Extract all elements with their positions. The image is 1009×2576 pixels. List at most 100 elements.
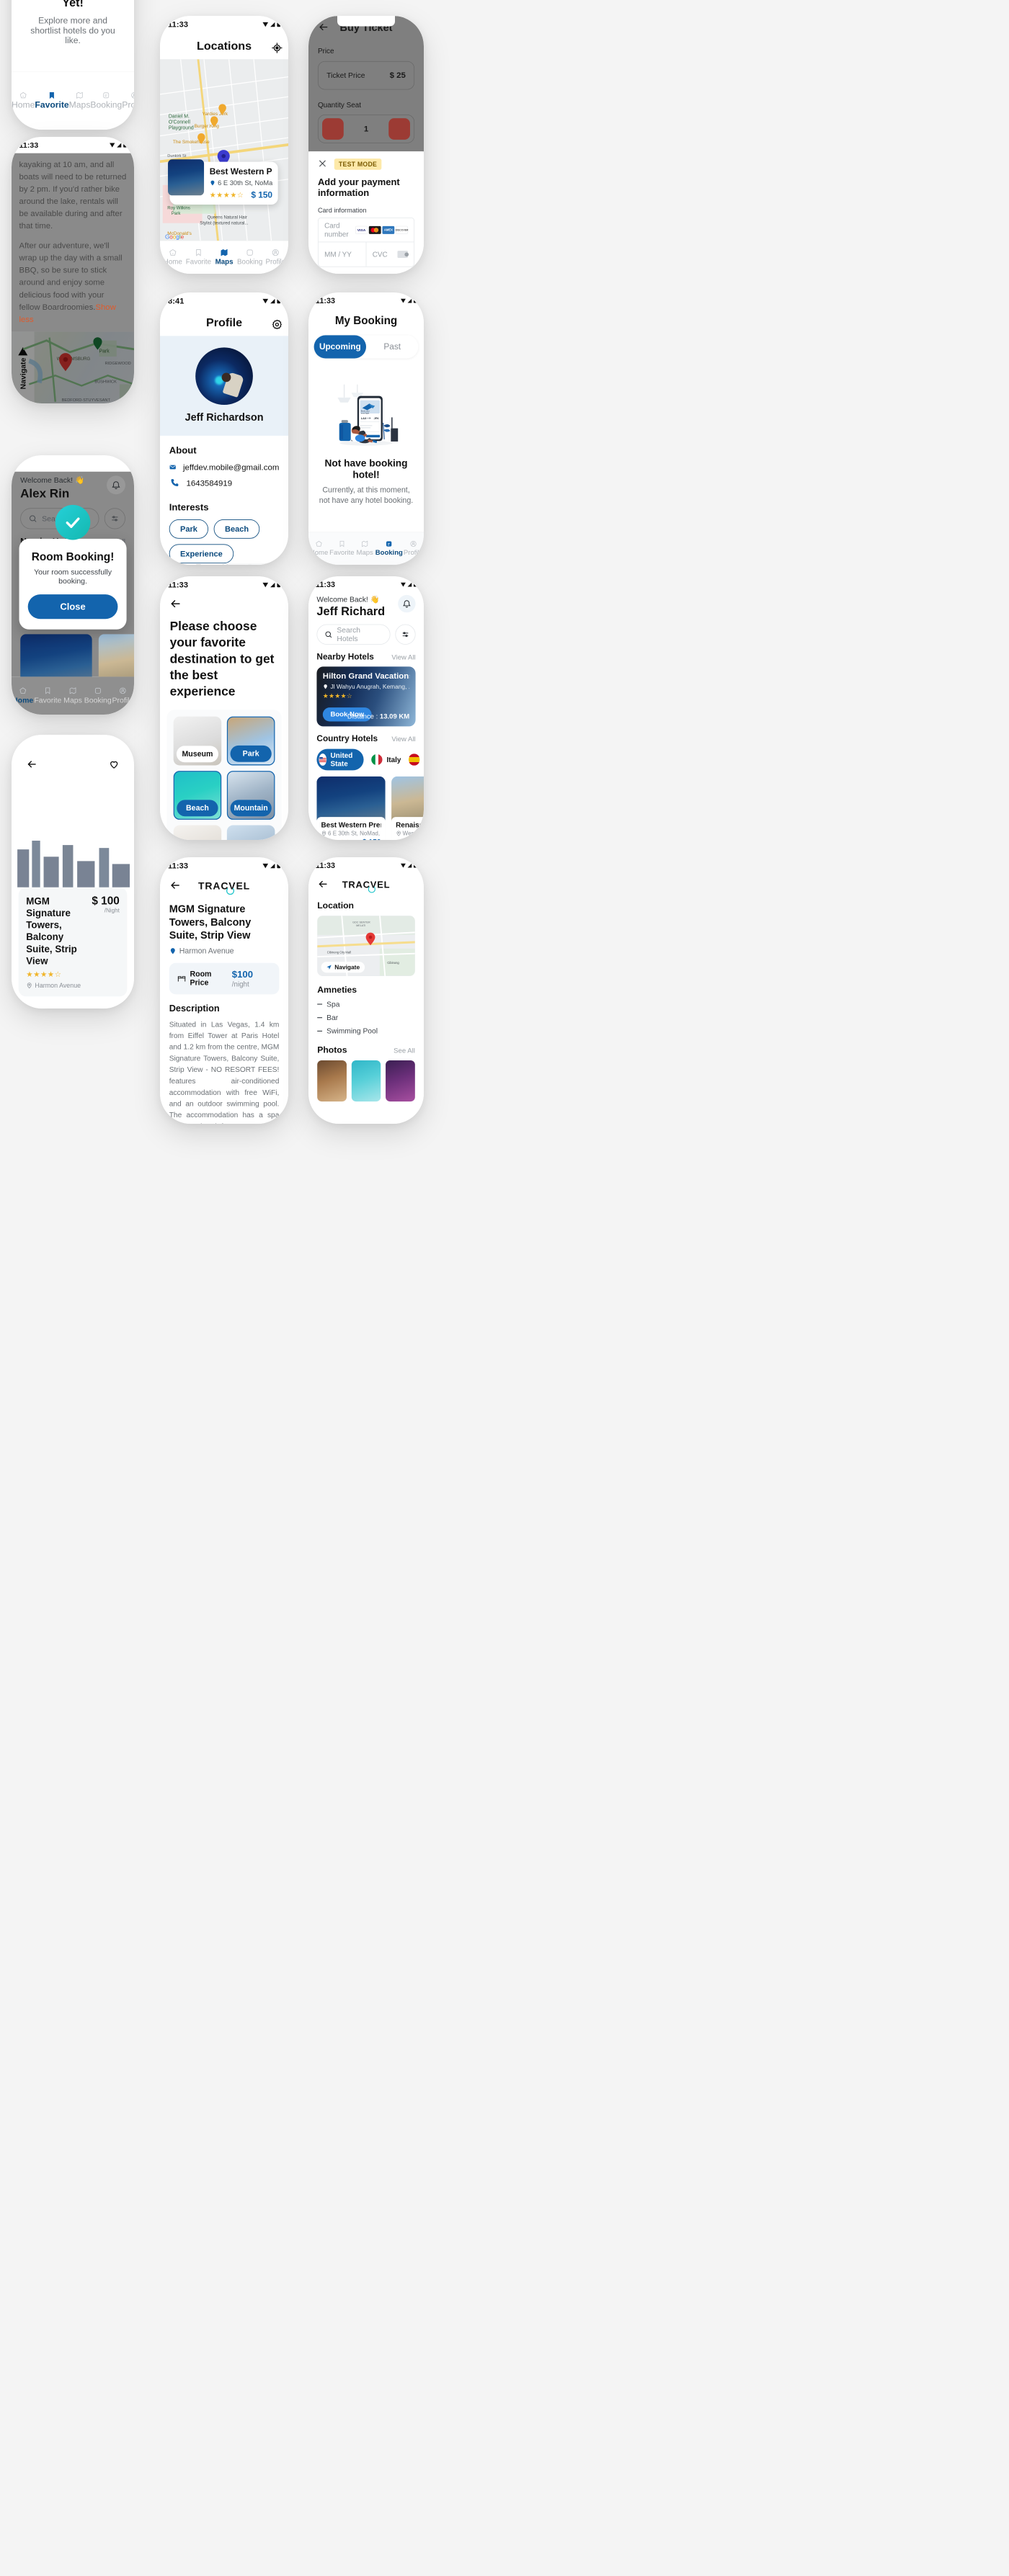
featured-hotel-address: Jl Wahyu Anugrah, Kemang, ...: [323, 683, 409, 690]
destination-option-mountain[interactable]: Mountain: [226, 771, 275, 820]
destination-option-park[interactable]: Park: [226, 716, 275, 766]
filter-button[interactable]: [104, 508, 125, 529]
tab-past[interactable]: Past: [366, 335, 418, 358]
search-input[interactable]: Search Hotels: [316, 624, 391, 645]
nav-item-home[interactable]: Home: [160, 249, 186, 266]
location-map[interactable]: GDC SENTER MELATI Cibinong City Mall Cib…: [317, 916, 415, 976]
dialog-message: Your room successfully booking.: [34, 567, 112, 586]
nav-item-maps[interactable]: Maps: [61, 687, 84, 705]
bottom-nav: Home Favorite Maps Booking Profile: [12, 676, 134, 715]
email-icon: [169, 465, 176, 470]
card-number-field[interactable]: Card number VISA AMEX DISCOVER: [318, 218, 414, 243]
nav-item-booking[interactable]: Booking: [237, 249, 263, 266]
photo-thumbnail[interactable]: [351, 1060, 381, 1102]
nav-item-favorite[interactable]: Favorite: [35, 91, 69, 110]
nav-item-home[interactable]: Home: [12, 91, 35, 110]
interest-chip[interactable]: Experience: [169, 544, 234, 564]
nav-item-favorite[interactable]: Favorite: [34, 687, 61, 705]
back-button[interactable]: [169, 880, 181, 893]
card-expiry-field[interactable]: MM / YY: [319, 242, 367, 267]
see-all-link[interactable]: See All: [394, 1047, 415, 1055]
discover-icon: DISCOVER: [396, 225, 408, 234]
back-button[interactable]: [20, 753, 43, 776]
tab-upcoming[interactable]: Upcoming: [314, 335, 367, 359]
card-cvc-field[interactable]: CVC: [366, 242, 414, 267]
notification-bell-button[interactable]: [398, 594, 416, 613]
nav-item-booking[interactable]: Booking: [84, 687, 112, 705]
nav-item-favorite[interactable]: Favorite: [186, 249, 212, 266]
destination-option-experience[interactable]: Experience: [226, 825, 275, 840]
quantity-increment-button[interactable]: [388, 118, 410, 140]
destination-option-museum[interactable]: Museum: [173, 716, 222, 766]
nav-item-maps[interactable]: Maps: [211, 564, 237, 565]
hotel-card[interactable]: Best Western Premie... 6 E 30th St, NoMa…: [316, 776, 386, 840]
locate-me-button[interactable]: [271, 42, 283, 53]
google-logo: Google: [165, 234, 185, 241]
country-chip-spain[interactable]: Sp: [408, 753, 424, 766]
navigate-button[interactable]: Navigate: [321, 962, 365, 973]
navigate-map-preview[interactable]: Navigate WILLIAMSBURG Park RIDGEWOOD BUS…: [12, 331, 134, 403]
photo-thumbnail[interactable]: [317, 1060, 347, 1102]
back-button[interactable]: [317, 879, 328, 891]
crosshair-icon: [272, 43, 283, 53]
nav-item-profile[interactable]: Profile: [122, 91, 134, 110]
welcome-greeting: Welcome Back! 👋: [20, 475, 85, 485]
dialog-close-button[interactable]: Close: [27, 594, 118, 620]
nav-item-maps[interactable]: Maps: [355, 540, 375, 556]
nav-item-profile[interactable]: Profile: [403, 540, 424, 556]
settings-button[interactable]: [271, 318, 282, 330]
destination-label: Park: [230, 746, 272, 762]
dash-icon: [317, 1003, 323, 1005]
nav-item-home[interactable]: Home: [12, 687, 34, 705]
dialog-title: Room Booking!: [31, 550, 115, 563]
profile-email-row[interactable]: jeffdev.mobile@gmail.com: [169, 462, 279, 472]
map-canvas[interactable]: Daniel M. O'Connell Playground Yardies J…: [160, 59, 288, 241]
country-view-all-link[interactable]: View All: [391, 735, 415, 743]
profile-phone-row[interactable]: 1643584919: [169, 478, 280, 488]
hotel-detail-screen: 11:33 TRACVEL MGM Signature Towers, Balc…: [160, 857, 288, 1124]
map-hotel-card[interactable]: Best Western Pr... 6 E 30th St, NoMa... …: [168, 159, 278, 205]
amenity-item: Swimming Pool: [317, 1027, 415, 1035]
hotel-price: $ 150: [251, 189, 273, 200]
bottom-nav: Home Favorite Maps Booking Profile: [308, 532, 424, 565]
nav-item-booking[interactable]: Booking: [90, 91, 122, 110]
interest-chip[interactable]: Beach: [213, 519, 260, 539]
person-icon: [130, 91, 134, 99]
nav-item-home[interactable]: Home: [308, 540, 329, 556]
back-button[interactable]: [318, 22, 329, 34]
notification-bell-button[interactable]: [107, 475, 125, 495]
quantity-decrement-button[interactable]: [322, 118, 344, 140]
nav-item-profile[interactable]: Profile: [262, 564, 288, 565]
nav-item-home[interactable]: Home: [160, 564, 186, 565]
hotel-card[interactable]: Best Western Premie... 6 E 30th St, NoMa…: [20, 634, 92, 677]
nav-item-favorite[interactable]: Favorite: [186, 564, 212, 565]
destination-option-hotel[interactable]: Hotel: [173, 825, 222, 840]
bottom-nav: Home Favorite Maps Booking Profile: [12, 71, 134, 130]
photo-thumbnail[interactable]: [386, 1060, 415, 1102]
es-flag-icon: [408, 753, 420, 766]
filter-button[interactable]: [395, 624, 416, 645]
hotel-card[interactable]: Renaissance West 25th S ★★★★☆ $ 255: [391, 776, 424, 840]
avatar: [195, 347, 253, 406]
status-time: 11:33: [315, 861, 335, 870]
profile-screen: 8:41 Profile Jeff Richardson About jeffd…: [160, 292, 288, 565]
back-button[interactable]: [160, 594, 288, 612]
nav-item-booking[interactable]: Booking: [237, 564, 263, 565]
close-button[interactable]: [318, 159, 327, 170]
nav-item-booking[interactable]: Booking: [375, 540, 403, 556]
featured-hotel-card[interactable]: Hilton Grand Vacations Clu... Jl Wahyu A…: [316, 666, 416, 727]
quantity-stepper[interactable]: 1: [317, 115, 415, 143]
interest-chip[interactable]: Park: [169, 519, 209, 539]
country-chip-united-state[interactable]: United State: [316, 748, 364, 771]
nav-item-maps[interactable]: Maps: [211, 249, 237, 266]
view-all-link[interactable]: View All: [391, 653, 415, 661]
nav-item-profile[interactable]: Profile: [262, 249, 288, 266]
nav-item-favorite[interactable]: Favorite: [329, 540, 355, 556]
destination-option-beach[interactable]: Beach: [173, 771, 222, 820]
hotel-card[interactable]: Renaissance West 25th S ★★★★☆ $ 255: [98, 634, 134, 677]
favorite-button[interactable]: [102, 753, 125, 776]
nav-item-profile[interactable]: Profile: [112, 687, 134, 705]
person-icon: [119, 687, 127, 694]
country-chip-italy[interactable]: Italy: [370, 753, 401, 766]
nav-item-maps[interactable]: Maps: [69, 91, 90, 110]
